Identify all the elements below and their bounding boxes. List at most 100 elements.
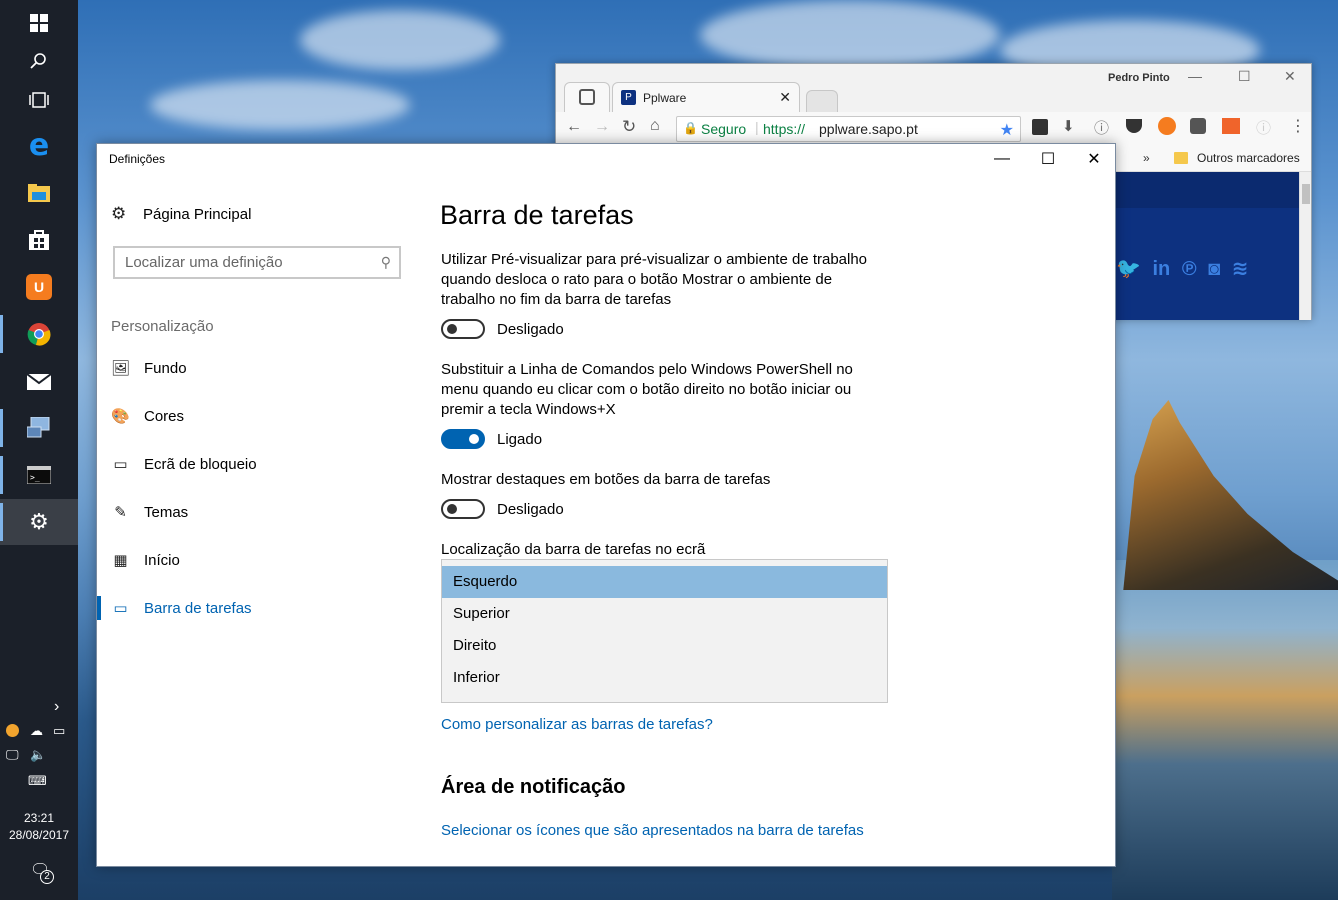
rss-icon[interactable]: ≋ bbox=[1232, 258, 1249, 280]
mail-icon[interactable] bbox=[0, 358, 78, 404]
back-icon[interactable]: ← bbox=[566, 118, 582, 136]
volume-icon[interactable]: 🔈 bbox=[30, 747, 46, 763]
nav-item-fundo[interactable]: 🖼 Fundo bbox=[97, 348, 397, 388]
forward-icon[interactable]: → bbox=[594, 118, 610, 136]
nav-item-taskbar[interactable]: ▭ Barra de tarefas bbox=[97, 588, 397, 628]
pinned-tab[interactable] bbox=[564, 82, 610, 112]
location-option-esquerdo[interactable]: Esquerdo bbox=[442, 566, 887, 598]
nav-item-label: Temas bbox=[144, 503, 189, 521]
bookmarks-overflow[interactable]: » bbox=[1143, 151, 1150, 165]
nav-item-cores[interactable]: 🎨 Cores bbox=[97, 396, 397, 436]
terminal-icon[interactable]: >_ bbox=[0, 452, 78, 498]
bookmark-star-icon[interactable]: ★ bbox=[1000, 120, 1014, 140]
remote-desktop-icon[interactable] bbox=[0, 405, 78, 451]
select-icons-link[interactable]: Selecionar os ícones que são apresentado… bbox=[441, 822, 864, 839]
task-view-icon[interactable] bbox=[0, 77, 78, 123]
edge-icon[interactable]: e bbox=[0, 122, 78, 168]
search-input[interactable]: Localizar uma definição ⚲ bbox=[113, 246, 401, 279]
toggle-knob bbox=[469, 434, 479, 444]
linkedin-icon[interactable]: in bbox=[1152, 258, 1170, 280]
battery-icon[interactable]: ▭ bbox=[53, 723, 65, 739]
taskbar: e U >_ ⚙ › ☁ ▭ 🖵 🔈 ⌨ 23:21 28/08/2017 🗨 … bbox=[0, 0, 78, 900]
show-more-icon[interactable]: › bbox=[54, 698, 59, 716]
location-option-inferior[interactable]: Inferior bbox=[442, 662, 887, 694]
desktop-cloud bbox=[700, 0, 1000, 70]
settings-icon[interactable]: ⚙ bbox=[0, 499, 78, 545]
onedrive-icon[interactable]: ☁ bbox=[30, 723, 43, 739]
pinterest-icon[interactable]: ℗ bbox=[1182, 258, 1197, 280]
powershell-toggle[interactable] bbox=[441, 429, 485, 449]
clock-time[interactable]: 23:21 bbox=[0, 810, 78, 826]
chrome-menu-icon[interactable]: ⋮ bbox=[1290, 116, 1306, 136]
instagram-icon[interactable]: ◙ bbox=[1208, 258, 1220, 280]
location-dropdown-list[interactable]: Esquerdo Superior Direito Inferior bbox=[441, 559, 888, 703]
nav-item-inicio[interactable]: ▦ Início bbox=[97, 540, 397, 580]
search-icon[interactable]: ⚲ bbox=[381, 254, 391, 271]
nav-item-temas[interactable]: ✎ Temas bbox=[97, 492, 397, 532]
new-tab-button[interactable] bbox=[806, 90, 838, 112]
keyboard-icon[interactable]: ⌨ bbox=[28, 773, 47, 789]
extension-orange-icon[interactable] bbox=[1158, 117, 1176, 135]
scroll-thumb[interactable] bbox=[1302, 184, 1310, 204]
notification-area-heading: Área de notificação bbox=[441, 776, 626, 798]
extension-disabled-icon[interactable]: ⓘ bbox=[1256, 117, 1271, 138]
tab-pplware[interactable]: P Pplware ✕ bbox=[612, 82, 800, 112]
pplware-favicon-icon: P bbox=[621, 90, 636, 105]
tab-title: Pplware bbox=[643, 91, 687, 105]
social-icons[interactable]: 🐦 in ℗ ◙ ≋ bbox=[1116, 256, 1249, 281]
info-icon[interactable]: ⓘ bbox=[1094, 117, 1109, 138]
palette-icon: 🎨 bbox=[111, 408, 130, 425]
other-bookmarks[interactable]: Outros marcadores bbox=[1197, 151, 1300, 165]
powershell-toggle-row[interactable]: Ligado bbox=[441, 429, 542, 449]
folder-icon bbox=[1174, 152, 1188, 164]
location-option-direito[interactable]: Direito bbox=[442, 630, 887, 662]
secure-label: Seguro bbox=[701, 121, 747, 137]
twitter-icon[interactable]: 🐦 bbox=[1116, 258, 1141, 280]
chrome-toolbar: ← → ↻ ⌂ 🔒 Seguro | https:// pplware.sapo… bbox=[556, 112, 1311, 146]
nav-home-label: Página Principal bbox=[143, 205, 252, 223]
nav-item-label: Início bbox=[144, 551, 180, 569]
analytics-icon[interactable] bbox=[1222, 118, 1240, 134]
chrome-tabstrip: P Pplware ✕ Pedro Pinto — ☐ ✕ bbox=[556, 64, 1311, 112]
file-explorer-icon[interactable] bbox=[0, 170, 78, 216]
page-scrollbar[interactable] bbox=[1299, 172, 1311, 320]
url-scheme: https:// bbox=[763, 121, 806, 137]
selection-accent bbox=[97, 596, 101, 620]
powershell-toggle-state: Ligado bbox=[497, 430, 543, 448]
chrome-close-icon[interactable]: ✕ bbox=[1284, 68, 1296, 85]
download-icon[interactable]: ⬇ bbox=[1062, 117, 1075, 135]
gear-icon: ⚙ bbox=[111, 204, 127, 223]
badges-toggle-row[interactable]: Desligado bbox=[441, 499, 564, 519]
chrome-profile-name[interactable]: Pedro Pinto bbox=[1108, 72, 1170, 84]
store-icon[interactable] bbox=[0, 217, 78, 263]
extension-grey-icon[interactable] bbox=[1190, 118, 1206, 134]
search-placeholder: Localizar uma definição bbox=[125, 254, 283, 271]
toggle-knob bbox=[447, 504, 457, 514]
extension-icon[interactable] bbox=[1032, 119, 1048, 135]
network-icon[interactable]: 🖵 bbox=[6, 747, 19, 763]
chrome-maximize-icon[interactable]: ☐ bbox=[1238, 68, 1251, 85]
uc-browser-icon[interactable]: U bbox=[0, 264, 78, 310]
reload-icon[interactable]: ↻ bbox=[622, 117, 636, 137]
desktop-rock bbox=[1123, 400, 1338, 590]
page-title: Barra de tarefas bbox=[440, 200, 634, 230]
home-icon[interactable]: ⌂ bbox=[650, 117, 660, 135]
help-link[interactable]: Como personalizar as barras de tarefas? bbox=[441, 716, 713, 733]
location-option-superior[interactable]: Superior bbox=[442, 598, 887, 630]
nav-item-lock-screen[interactable]: ▭ Ecrã de bloqueio bbox=[97, 444, 397, 484]
nav-item-label: Cores bbox=[144, 407, 185, 425]
address-bar[interactable]: 🔒 Seguro | https:// pplware.sapo.pt ★ bbox=[676, 116, 1021, 142]
peek-toggle-row[interactable]: Desligado bbox=[441, 319, 564, 339]
chrome-minimize-icon[interactable]: — bbox=[1188, 68, 1202, 84]
settings-window: Definições — ☐ ✕ ⚙ Página Principal Loca… bbox=[96, 143, 1116, 867]
badges-toggle[interactable] bbox=[441, 499, 485, 519]
tab-close-icon[interactable]: ✕ bbox=[779, 89, 791, 106]
option-powershell-description: Substituir a Linha de Comandos pelo Wind… bbox=[441, 361, 853, 418]
tray-app-icon[interactable] bbox=[6, 724, 19, 740]
picture-icon: 🖼 bbox=[110, 360, 131, 377]
chrome-icon[interactable] bbox=[0, 311, 78, 357]
pocket-icon[interactable] bbox=[1126, 119, 1142, 133]
clock-date[interactable]: 28/08/2017 bbox=[0, 827, 78, 843]
peek-toggle[interactable] bbox=[441, 319, 485, 339]
nav-home[interactable]: ⚙ Página Principal bbox=[111, 204, 251, 224]
